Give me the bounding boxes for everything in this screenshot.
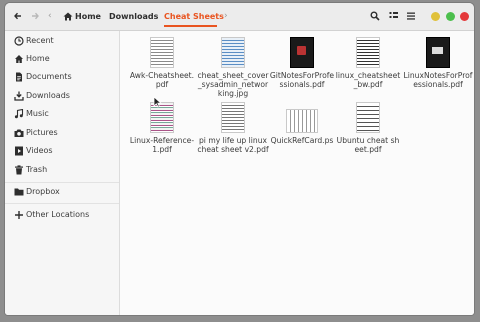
breadcrumb-downloads[interactable]: Downloads <box>109 10 158 23</box>
file-item[interactable]: Ubuntu cheat sheet.pdf <box>335 102 401 154</box>
sidebar-item-label: Pictures <box>26 128 58 137</box>
music-icon <box>14 109 24 119</box>
document-thumbnail <box>150 37 174 68</box>
breadcrumb-home[interactable]: Home <box>75 10 101 23</box>
camera-icon <box>14 129 24 137</box>
sidebar-item-label: Home <box>26 54 50 63</box>
file-item[interactable]: GitNotesForProfessionals.pdf <box>269 37 335 89</box>
sidebar-item-downloads[interactable]: Downloads <box>5 87 119 105</box>
search-button[interactable] <box>367 8 383 24</box>
sidebar-item-label: Music <box>26 109 49 118</box>
maximize-button[interactable] <box>446 12 455 21</box>
menu-button[interactable] <box>403 8 419 24</box>
file-name: GitNotesForProfessionals.pdf <box>269 71 335 89</box>
document-thumbnail <box>286 109 318 133</box>
sidebar-item-label: Downloads <box>26 91 70 100</box>
sidebar-item-label: Documents <box>26 72 72 81</box>
file-grid: Awk-Cheatsheet.pdf cheat_sheet_cover_sys… <box>120 31 474 315</box>
breadcrumb-cheat-sheets[interactable]: Cheat Sheets <box>164 10 224 23</box>
sidebar-item-home[interactable]: Home <box>5 50 119 68</box>
trash-icon <box>15 165 23 175</box>
file-item[interactable]: Linux-Reference-1.pdf <box>129 102 195 154</box>
sidebar-divider <box>5 203 119 204</box>
sidebar-item-label: Dropbox <box>26 187 60 196</box>
book-cover-logo <box>432 47 443 54</box>
sidebar-item-pictures[interactable]: Pictures <box>5 124 119 142</box>
minimize-button[interactable] <box>431 12 440 21</box>
view-options-button[interactable] <box>386 8 402 24</box>
file-item[interactable]: cheat_sheet_cover_sysadmin_networking.jp… <box>197 37 269 98</box>
sidebar-item-label: Trash <box>26 165 48 174</box>
file-name: cheat_sheet_cover_sysadmin_networking.jp… <box>197 71 269 98</box>
file-item[interactable]: linux_cheatsheet_bw.pdf <box>335 37 401 89</box>
sidebar-item-documents[interactable]: Documents <box>5 68 119 86</box>
home-icon <box>15 55 23 63</box>
hamburger-icon <box>407 12 415 20</box>
search-icon <box>370 11 380 21</box>
file-name: linux_cheatsheet_bw.pdf <box>335 71 401 89</box>
breadcrumb-current-underline <box>164 25 217 27</box>
breadcrumb-separator-icon: ‹ <box>48 11 52 21</box>
close-button[interactable] <box>460 12 469 21</box>
sidebar: Recent Home Documents Downloads Music Pi… <box>5 31 120 315</box>
back-arrow-icon <box>14 12 21 20</box>
forward-button[interactable] <box>27 8 43 24</box>
folder-icon <box>14 188 24 196</box>
file-item[interactable]: QuickRefCard.ps <box>269 102 335 145</box>
sidebar-item-music[interactable]: Music <box>5 105 119 123</box>
home-icon <box>63 12 73 21</box>
clock-icon <box>14 36 24 46</box>
file-name: QuickRefCard.ps <box>270 136 334 145</box>
sidebar-item-dropbox[interactable]: Dropbox <box>5 183 119 201</box>
file-name: LinuxNotesForProfessionals.pdf <box>403 71 473 89</box>
document-icon <box>16 72 22 82</box>
sidebar-item-label: Recent <box>26 36 54 45</box>
sidebar-item-recent[interactable]: Recent <box>5 32 119 50</box>
book-cover-logo <box>297 46 306 55</box>
file-item[interactable]: LinuxNotesForProfessionals.pdf <box>403 37 473 89</box>
file-name: pi my life up linux cheat sheet v2.pdf <box>197 136 269 154</box>
book-cover-thumbnail <box>290 37 314 68</box>
file-manager-window: ‹ Home Downloads Cheat Sheets › Recent H… <box>5 3 474 315</box>
forward-arrow-icon <box>32 12 39 20</box>
sidebar-item-videos[interactable]: Videos <box>5 142 119 160</box>
breadcrumb-end-separator-icon: › <box>224 11 228 21</box>
file-item[interactable]: pi my life up linux cheat sheet v2.pdf <box>197 102 269 154</box>
back-button[interactable] <box>10 8 26 24</box>
sidebar-item-trash[interactable]: Trash <box>5 161 119 179</box>
file-item[interactable]: Awk-Cheatsheet.pdf <box>129 37 195 89</box>
sidebar-item-label: Other Locations <box>26 210 90 219</box>
video-icon <box>15 146 23 156</box>
sidebar-item-label: Videos <box>26 146 53 155</box>
header-bar: ‹ Home Downloads Cheat Sheets › <box>5 3 474 31</box>
file-name: Linux-Reference-1.pdf <box>129 136 195 154</box>
list-view-icon <box>389 12 398 18</box>
book-cover-thumbnail <box>426 37 450 68</box>
document-thumbnail <box>356 102 380 133</box>
image-thumbnail <box>221 37 245 68</box>
plus-icon <box>15 211 23 219</box>
document-thumbnail <box>221 102 245 133</box>
mouse-pointer-icon <box>153 96 163 108</box>
file-name: Ubuntu cheat sheet.pdf <box>336 136 400 154</box>
download-icon <box>14 91 24 101</box>
file-name: Awk-Cheatsheet.pdf <box>129 71 195 89</box>
sidebar-item-other-locations[interactable]: Other Locations <box>5 206 119 224</box>
document-thumbnail <box>356 37 380 68</box>
